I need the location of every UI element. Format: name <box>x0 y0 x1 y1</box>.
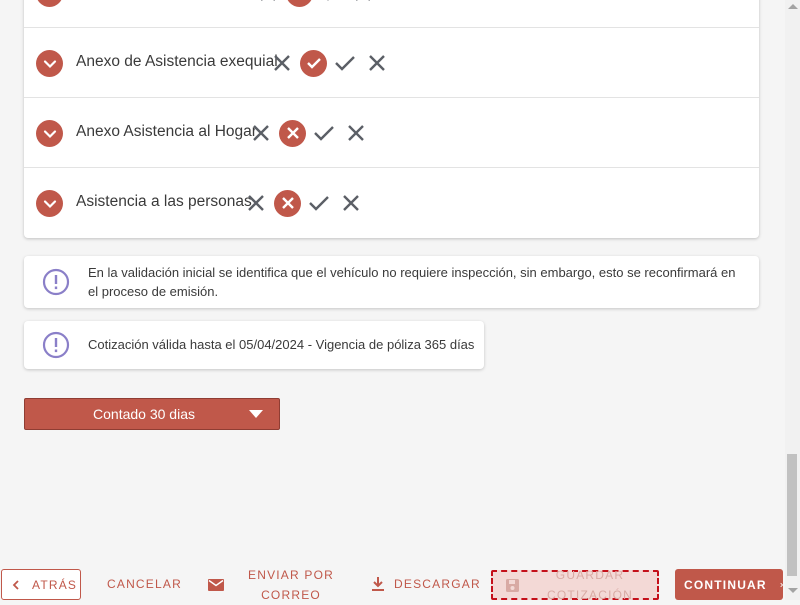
x-circle-icon <box>286 0 313 7</box>
coverage-name: Asistencia a las personas <box>76 193 252 210</box>
cancel-label: CANCELAR <box>107 577 182 591</box>
chevron-left-icon <box>12 579 19 590</box>
check-icon <box>305 189 333 217</box>
payment-select[interactable]: Contado 30 dias <box>24 398 280 430</box>
x-icon <box>337 189 365 217</box>
check-icon <box>310 119 338 147</box>
x-icon <box>349 0 377 7</box>
mail-icon <box>208 579 224 591</box>
back-button[interactable]: ATRÁS <box>1 569 81 600</box>
coverage-plan-marks <box>247 119 370 147</box>
send-email-button[interactable]: ENVIAR POR CORREO <box>208 565 334 605</box>
info-icon <box>42 331 70 359</box>
inspection-notice-text: En la validación inicial se identifica q… <box>88 265 736 299</box>
send-email-label: ENVIAR POR CORREO <box>248 565 334 605</box>
coverage-row: Anexo de Asistencia exequial <box>24 28 759 98</box>
expand-button[interactable] <box>36 0 63 7</box>
coverage-name: Anexo Asistencia al Hogar <box>76 123 257 140</box>
scroll-up-arrow-icon[interactable] <box>788 4 798 9</box>
continue-button[interactable]: CONTINUAR <box>675 569 783 600</box>
info-icon <box>42 268 70 296</box>
check-icon <box>317 0 345 7</box>
check-circle-icon <box>300 49 327 77</box>
chevron-down-icon <box>43 0 57 1</box>
continue-label: CONTINUAR <box>684 577 767 592</box>
save-quote-label-line2: COTIZACIÓN <box>547 588 633 599</box>
coverage-plan-marks <box>254 0 377 7</box>
chevron-down-icon <box>43 199 56 208</box>
chevron-down-icon <box>43 129 56 138</box>
x-icon <box>363 49 391 77</box>
expand-button[interactable] <box>36 50 63 77</box>
download-button[interactable]: DESCARGAR <box>372 577 481 591</box>
validity-notice: Cotización válida hasta el 05/04/2024 - … <box>24 321 484 369</box>
x-icon <box>247 119 275 147</box>
coverage-row: Asistencia a las personas <box>24 168 759 238</box>
coverage-plan-marks <box>242 189 365 217</box>
x-icon <box>242 189 270 217</box>
coverage-card: Anexo de Asistencia exequial Anexo Asist… <box>24 0 759 238</box>
coverage-name: Anexo de Asistencia exequial <box>76 53 278 70</box>
chevron-down-icon <box>43 59 56 68</box>
save-icon <box>506 578 519 592</box>
payment-select-value: Contado 30 dias <box>93 406 195 422</box>
back-label: ATRÁS <box>32 577 78 592</box>
x-circle-icon <box>274 189 301 217</box>
coverage-row: Anexo Asistencia al Hogar <box>24 98 759 168</box>
x-circle-icon <box>279 119 306 147</box>
expand-button[interactable] <box>36 190 63 217</box>
chevron-right-icon <box>780 582 783 587</box>
save-quote-label-line1: GUARDAR <box>555 571 625 582</box>
send-email-label-line2: CORREO <box>261 588 321 602</box>
x-icon <box>342 119 370 147</box>
download-icon <box>372 577 384 591</box>
x-icon <box>268 49 296 77</box>
scrollbar[interactable] <box>785 0 800 600</box>
send-email-label-line1: ENVIAR POR <box>248 568 335 582</box>
x-icon <box>254 0 282 7</box>
check-icon <box>331 49 359 77</box>
scroll-down-arrow-icon[interactable] <box>788 588 798 593</box>
save-quote-label: GUARDAR COTIZACIÓN <box>547 571 633 599</box>
inspection-notice: En la validación inicial se identifica q… <box>24 256 759 308</box>
expand-button[interactable] <box>36 120 63 147</box>
download-label: DESCARGAR <box>394 577 481 591</box>
validity-notice-text: Cotización válida hasta el 05/04/2024 - … <box>88 337 475 352</box>
scroll-thumb[interactable] <box>787 454 797 576</box>
coverage-row <box>24 0 759 28</box>
coverage-plan-marks <box>268 49 391 77</box>
save-quote-button[interactable]: GUARDAR COTIZACIÓN <box>491 570 659 600</box>
cancel-button[interactable]: CANCELAR <box>107 577 182 591</box>
caret-down-icon <box>249 410 263 418</box>
